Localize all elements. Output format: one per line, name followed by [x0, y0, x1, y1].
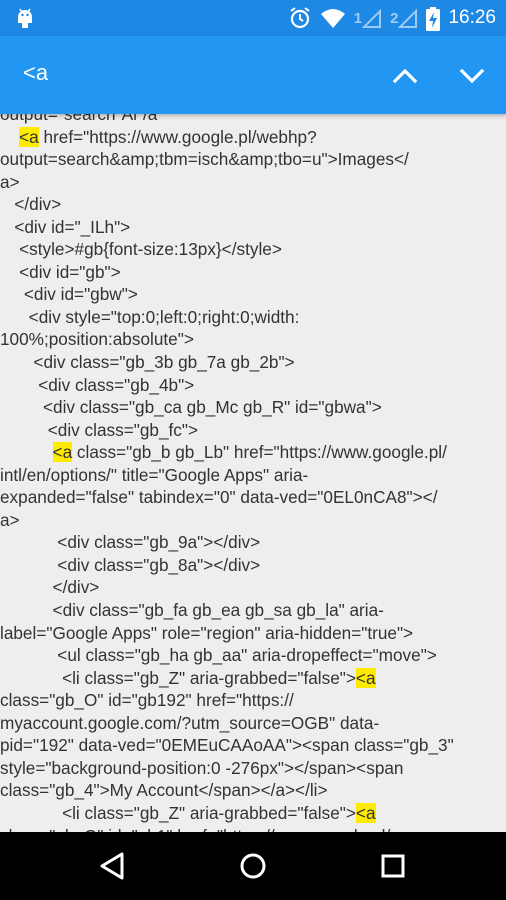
code-text: a> — [0, 509, 20, 530]
search-toolbar: <a — [0, 36, 506, 114]
code-line: <ul class="gb_ha gb_aa" aria-dropeffect=… — [0, 644, 506, 667]
recent-apps-icon[interactable] — [373, 846, 413, 886]
code-text: <div id="_ILh"> — [0, 216, 131, 237]
code-line: <style>#gb{font-size:13px}</style> — [0, 238, 506, 261]
code-text: output=search&amp;tbm=isch&amp;tbo=u">Im… — [0, 149, 409, 170]
code-text: <div class="gb_3b gb_7a gb_2b"> — [0, 352, 295, 373]
code-text: <div id="gbw"> — [0, 284, 138, 305]
code-text: class="gb_b gb_Lb" href="https://www.goo… — [72, 442, 447, 463]
code-line: intl/en/options/" title="Google Apps" ar… — [0, 464, 506, 487]
clock-time: 16:26 — [448, 7, 496, 28]
code-text: output="search"Al"/a" — [0, 114, 164, 124]
code-text: expanded="false" tabindex="0" data-ved="… — [0, 487, 438, 508]
code-line: <li class="gb_Z" aria-grabbed="false"><a — [0, 667, 506, 690]
code-text: 100%;position:absolute"> — [0, 329, 194, 350]
signal-sim2-icon — [398, 7, 418, 29]
code-line: expanded="false" tabindex="0" data-ved="… — [0, 486, 506, 509]
code-line: <div class="gb_fc"> — [0, 419, 506, 442]
code-line: <div style="top:0;left:0;right:0;width: — [0, 306, 506, 329]
code-line: <div class="gb_8a"></div> — [0, 554, 506, 577]
code-line: label="Google Apps" role="region" aria-h… — [0, 622, 506, 645]
code-line: a> — [0, 509, 506, 532]
code-line: style="background-position:0 -276px"></s… — [0, 757, 506, 780]
signal-sim1-icon — [361, 7, 382, 29]
code-line: <div class="gb_9a"></div> — [0, 531, 506, 554]
code-text: label="Google Apps" role="region" aria-h… — [0, 622, 414, 643]
code-line: <div id="gb"> — [0, 261, 506, 284]
code-text: <div class="gb_fa gb_ea gb_sa gb_la" ari… — [0, 600, 384, 621]
code-text: <li class="gb_Z" aria-grabbed="false"> — [0, 667, 356, 688]
battery-charging-icon — [426, 7, 441, 31]
code-text: class="gb_4">My Account</span></a></li> — [0, 780, 328, 801]
search-match-highlight: <a — [355, 667, 376, 688]
code-text: <div style="top:0;left:0;right:0;width: — [0, 306, 300, 327]
source-view[interactable]: output="search"Al"/a" <a href="https://w… — [0, 114, 506, 832]
search-match-highlight: <a — [355, 802, 376, 823]
source-code: output="search"Al"/a" <a href="https://w… — [0, 114, 506, 832]
search-match-highlight: <a — [19, 126, 39, 147]
navigation-bar — [0, 832, 506, 900]
home-icon[interactable] — [233, 846, 273, 886]
code-text: <ul class="gb_ha gb_aa" aria-dropeffect=… — [0, 645, 437, 666]
code-line: <div class="gb_fa gb_ea gb_sa gb_la" ari… — [0, 599, 506, 622]
status-bar: 1 2 16:26 — [0, 0, 506, 36]
back-icon[interactable] — [93, 846, 133, 886]
code-text: <div class="gb_8a"></div> — [0, 554, 261, 575]
code-text: <div class="gb_4b"> — [0, 374, 195, 395]
code-line: output="search"Al"/a" — [0, 114, 506, 126]
alarm-icon — [288, 7, 312, 29]
code-text: pid="192" data-ved="0EMEuCAAoAA"><span c… — [0, 735, 454, 756]
code-line: </div> — [0, 576, 506, 599]
search-term[interactable]: <a — [23, 60, 48, 86]
code-line: <div class="gb_ca gb_Mc gb_R" id="gbwa"> — [0, 396, 506, 419]
code-line: <div class="gb_3b gb_7a gb_2b"> — [0, 351, 506, 374]
code-line: 100%;position:absolute"> — [0, 328, 506, 351]
chevron-up-icon[interactable] — [385, 56, 425, 96]
code-text: class="gb_O" id="gb192" href="https:// — [0, 690, 294, 711]
code-text: <div class="gb_9a"></div> — [0, 532, 261, 553]
code-text: <style>#gb{font-size:13px}</style> — [0, 239, 282, 260]
code-text: </div> — [0, 194, 62, 215]
code-line: <li class="gb_Z" aria-grabbed="false"><a — [0, 802, 506, 825]
code-text: <div class="gb_fc"> — [0, 419, 199, 440]
code-text: a> — [0, 171, 20, 192]
code-text: <li class="gb_Z" aria-grabbed="false"> — [0, 802, 356, 823]
code-line: <div id="_ILh"> — [0, 216, 506, 239]
code-text: myaccount.google.com/?utm_source=OGB" da… — [0, 712, 380, 733]
code-line: </div> — [0, 193, 506, 216]
sim2-label: 2 — [390, 9, 399, 27]
code-text: intl/en/options/" title="Google Apps" ar… — [0, 464, 309, 485]
code-line: myaccount.google.com/?utm_source=OGB" da… — [0, 712, 506, 735]
code-text: style="background-position:0 -276px"></s… — [0, 757, 404, 778]
code-line: class="gb_4">My Account</span></a></li> — [0, 779, 506, 802]
code-line: <div id="gbw"> — [0, 283, 506, 306]
code-line: class="gb_O" id="gb192" href="https:// — [0, 689, 506, 712]
search-match-highlight: <a — [52, 442, 73, 463]
code-line: a> — [0, 171, 506, 194]
android-icon — [14, 7, 36, 29]
code-text: <div id="gb"> — [0, 261, 121, 282]
code-line: pid="192" data-ved="0EMEuCAAoAA"><span c… — [0, 734, 506, 757]
code-line: <a class="gb_b gb_Lb" href="https://www.… — [0, 441, 506, 464]
code-text: <div class="gb_ca gb_Mc gb_R" id="gbwa"> — [0, 397, 382, 418]
code-text: </div> — [0, 577, 100, 598]
code-line: class="gb_O" id="gb1" href="https://www.… — [0, 825, 506, 833]
code-text: href="https://www.google.pl/webhp? — [38, 126, 317, 147]
code-line: <div class="gb_4b"> — [0, 374, 506, 397]
code-line: output=search&amp;tbm=isch&amp;tbo=u">Im… — [0, 148, 506, 171]
chevron-down-icon[interactable] — [452, 56, 492, 96]
code-line: <a href="https://www.google.pl/webhp? — [0, 126, 506, 149]
sim1-label: 1 — [353, 9, 363, 27]
wifi-icon — [320, 7, 346, 29]
